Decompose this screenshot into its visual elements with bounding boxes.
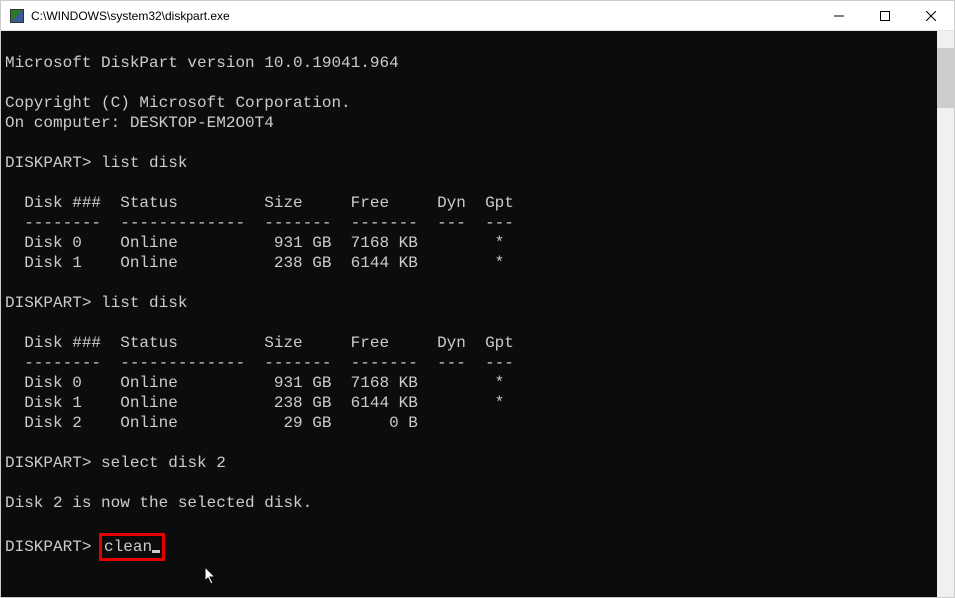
app-window: C:\WINDOWS\system32\diskpart.exe Microso…: [0, 0, 955, 598]
table-row: Disk 1 Online 238 GB 6144 KB *: [5, 253, 933, 273]
select-result: Disk 2 is now the selected disk.: [5, 493, 933, 513]
table-divider: -------- ------------- ------- ------- -…: [5, 213, 933, 233]
table-row: Disk 0 Online 931 GB 7168 KB *: [5, 233, 933, 253]
scrollbar-thumb[interactable]: [937, 48, 954, 108]
table-header: Disk ### Status Size Free Dyn Gpt: [5, 193, 933, 213]
table-row: Disk 1 Online 238 GB 6144 KB *: [5, 393, 933, 413]
app-icon: [9, 8, 25, 24]
table-divider: -------- ------------- ------- ------- -…: [5, 353, 933, 373]
terminal-area: Microsoft DiskPart version 10.0.19041.96…: [1, 31, 954, 597]
table-header: Disk ### Status Size Free Dyn Gpt: [5, 333, 933, 353]
prompt-line: DISKPART> list disk: [5, 293, 933, 313]
version-line: Microsoft DiskPart version 10.0.19041.96…: [5, 53, 933, 73]
computer-line: On computer: DESKTOP-EM2O0T4: [5, 113, 933, 133]
maximize-button[interactable]: [862, 1, 908, 31]
text-cursor: [152, 550, 160, 553]
prompt-line-current[interactable]: DISKPART> clean: [5, 533, 933, 561]
close-button[interactable]: [908, 1, 954, 31]
vertical-scrollbar[interactable]: [937, 31, 954, 597]
prompt-line: DISKPART> select disk 2: [5, 453, 933, 473]
copyright-line: Copyright (C) Microsoft Corporation.: [5, 93, 933, 113]
window-controls: [816, 1, 954, 31]
minimize-button[interactable]: [816, 1, 862, 31]
highlighted-command: clean: [99, 533, 165, 561]
titlebar[interactable]: C:\WINDOWS\system32\diskpart.exe: [1, 1, 954, 31]
window-title: C:\WINDOWS\system32\diskpart.exe: [31, 9, 816, 23]
table-row: Disk 0 Online 931 GB 7168 KB *: [5, 373, 933, 393]
prompt-line: DISKPART> list disk: [5, 153, 933, 173]
terminal-output[interactable]: Microsoft DiskPart version 10.0.19041.96…: [1, 31, 937, 597]
table-row: Disk 2 Online 29 GB 0 B: [5, 413, 933, 433]
